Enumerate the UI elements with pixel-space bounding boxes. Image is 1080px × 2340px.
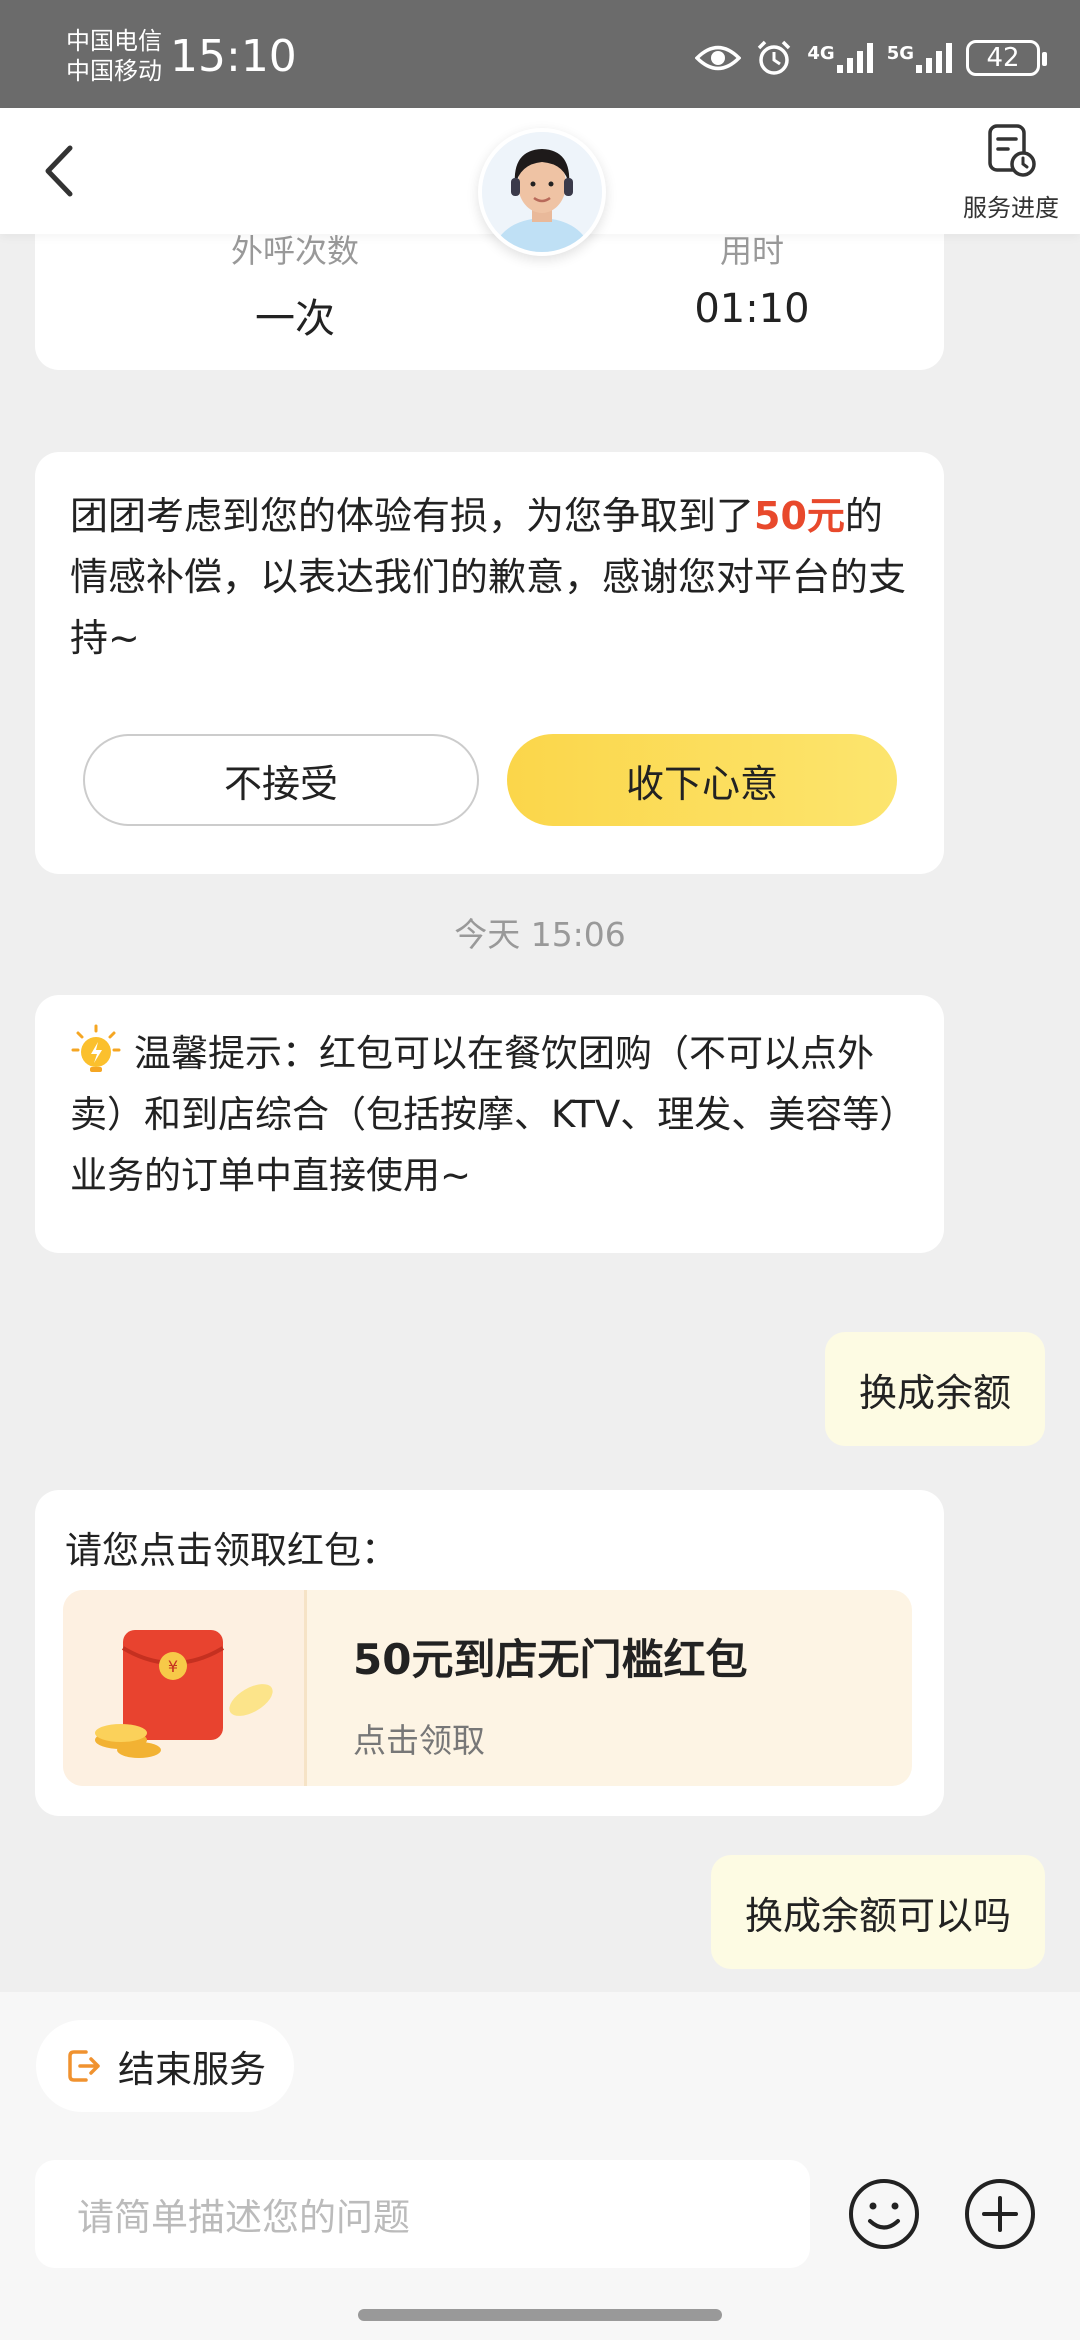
user-message-bubble: 换成余额	[824, 1332, 1045, 1446]
carrier-2: 中国移动	[66, 57, 162, 85]
compensation-message: 团团考虑到您的体验有损，为您争取到了50元的情感补偿，以表达我们的歉意，感谢您对…	[70, 486, 909, 669]
tip-card: 温馨提示：红包可以在餐饮团购（不可以点外卖）和到店综合（包括按摩、KTV、理发、…	[35, 995, 944, 1253]
emoji-icon	[849, 2179, 919, 2249]
home-indicator[interactable]	[358, 2309, 722, 2321]
net-type-2: 5G	[886, 43, 914, 64]
exit-icon	[68, 2050, 100, 2082]
agent-avatar[interactable]	[478, 128, 606, 256]
more-options-button[interactable]	[962, 2176, 1038, 2252]
end-service-label: 结束服务	[118, 2048, 266, 2091]
end-service-button[interactable]: 结束服务	[36, 2020, 294, 2112]
user-message-bubble: 换成余额可以吗	[710, 1855, 1045, 1969]
accept-button[interactable]: 收下心意	[507, 734, 897, 826]
emoji-button[interactable]	[846, 2176, 922, 2252]
lightbulb-icon	[70, 1024, 122, 1076]
tip-message: 温馨提示：红包可以在餐饮团购（不可以点外卖）和到店综合（包括按摩、KTV、理发、…	[70, 1023, 914, 1206]
status-time: 15:10	[170, 31, 297, 82]
red-envelope-icon: ¥	[63, 1590, 307, 1786]
coupon-name: 50元到店无门槛红包	[353, 1635, 748, 1684]
service-progress-icon	[988, 124, 1036, 177]
signal-4g-icon: 4G	[807, 43, 873, 73]
call-duration-value: 01:10	[694, 286, 810, 332]
status-icons: 4G 5G 42	[695, 36, 1047, 80]
nav-bar: 服务进度	[0, 108, 1080, 256]
coupon-claim-link[interactable]: 点击领取	[353, 1714, 485, 1762]
reject-button[interactable]: 不接受	[83, 734, 479, 826]
bottom-bar: 结束服务 请简单描述您的问题	[0, 1992, 1080, 2340]
message-timestamp: 今天 15:06	[454, 915, 626, 954]
eye-icon	[695, 43, 742, 73]
carrier-info: 中国电信 中国移动	[66, 26, 162, 86]
compensation-card: 团团考虑到您的体验有损，为您争取到了50元的情感补偿，以表达我们的歉意，感谢您对…	[35, 452, 944, 874]
svg-text:¥: ¥	[168, 1657, 178, 1676]
compensation-amount: 50元	[754, 494, 845, 538]
red-packet-coupon[interactable]: ¥ 50元到店无门槛红包 点击领取	[63, 1590, 912, 1786]
carrier-1: 中国电信	[66, 27, 162, 55]
service-progress-label: 服务进度	[963, 194, 1059, 222]
red-packet-title: 请您点击领取红包：	[65, 1529, 398, 1572]
net-type-1: 4G	[807, 43, 835, 64]
compensation-text-before: 团团考虑到您的体验有损，为您争取到了	[70, 494, 755, 538]
plus-icon	[965, 2179, 1035, 2249]
back-button[interactable]	[32, 138, 92, 204]
call-count-value: 一次	[255, 296, 335, 342]
service-progress-button[interactable]: 服务进度	[956, 122, 1066, 223]
call-count-stat: 外呼次数 一次	[145, 226, 445, 344]
red-packet-card: 请您点击领取红包： ¥ 50元到店无门槛红包 点击领取	[35, 1490, 944, 1816]
status-bar: 中国电信 中国移动 15:10 4G 5G 42	[0, 0, 1080, 108]
message-input[interactable]: 请简单描述您的问题	[35, 2160, 810, 2268]
call-duration-stat: 用时 01:10	[602, 226, 902, 332]
chevron-left-icon	[45, 145, 73, 197]
battery-indicator: 42	[966, 40, 1047, 76]
tip-text: 温馨提示：红包可以在餐饮团购（不可以点外卖）和到店综合（包括按摩、KTV、理发、…	[70, 1032, 898, 1197]
signal-5g-icon: 5G	[887, 43, 952, 73]
alarm-icon	[755, 39, 793, 77]
